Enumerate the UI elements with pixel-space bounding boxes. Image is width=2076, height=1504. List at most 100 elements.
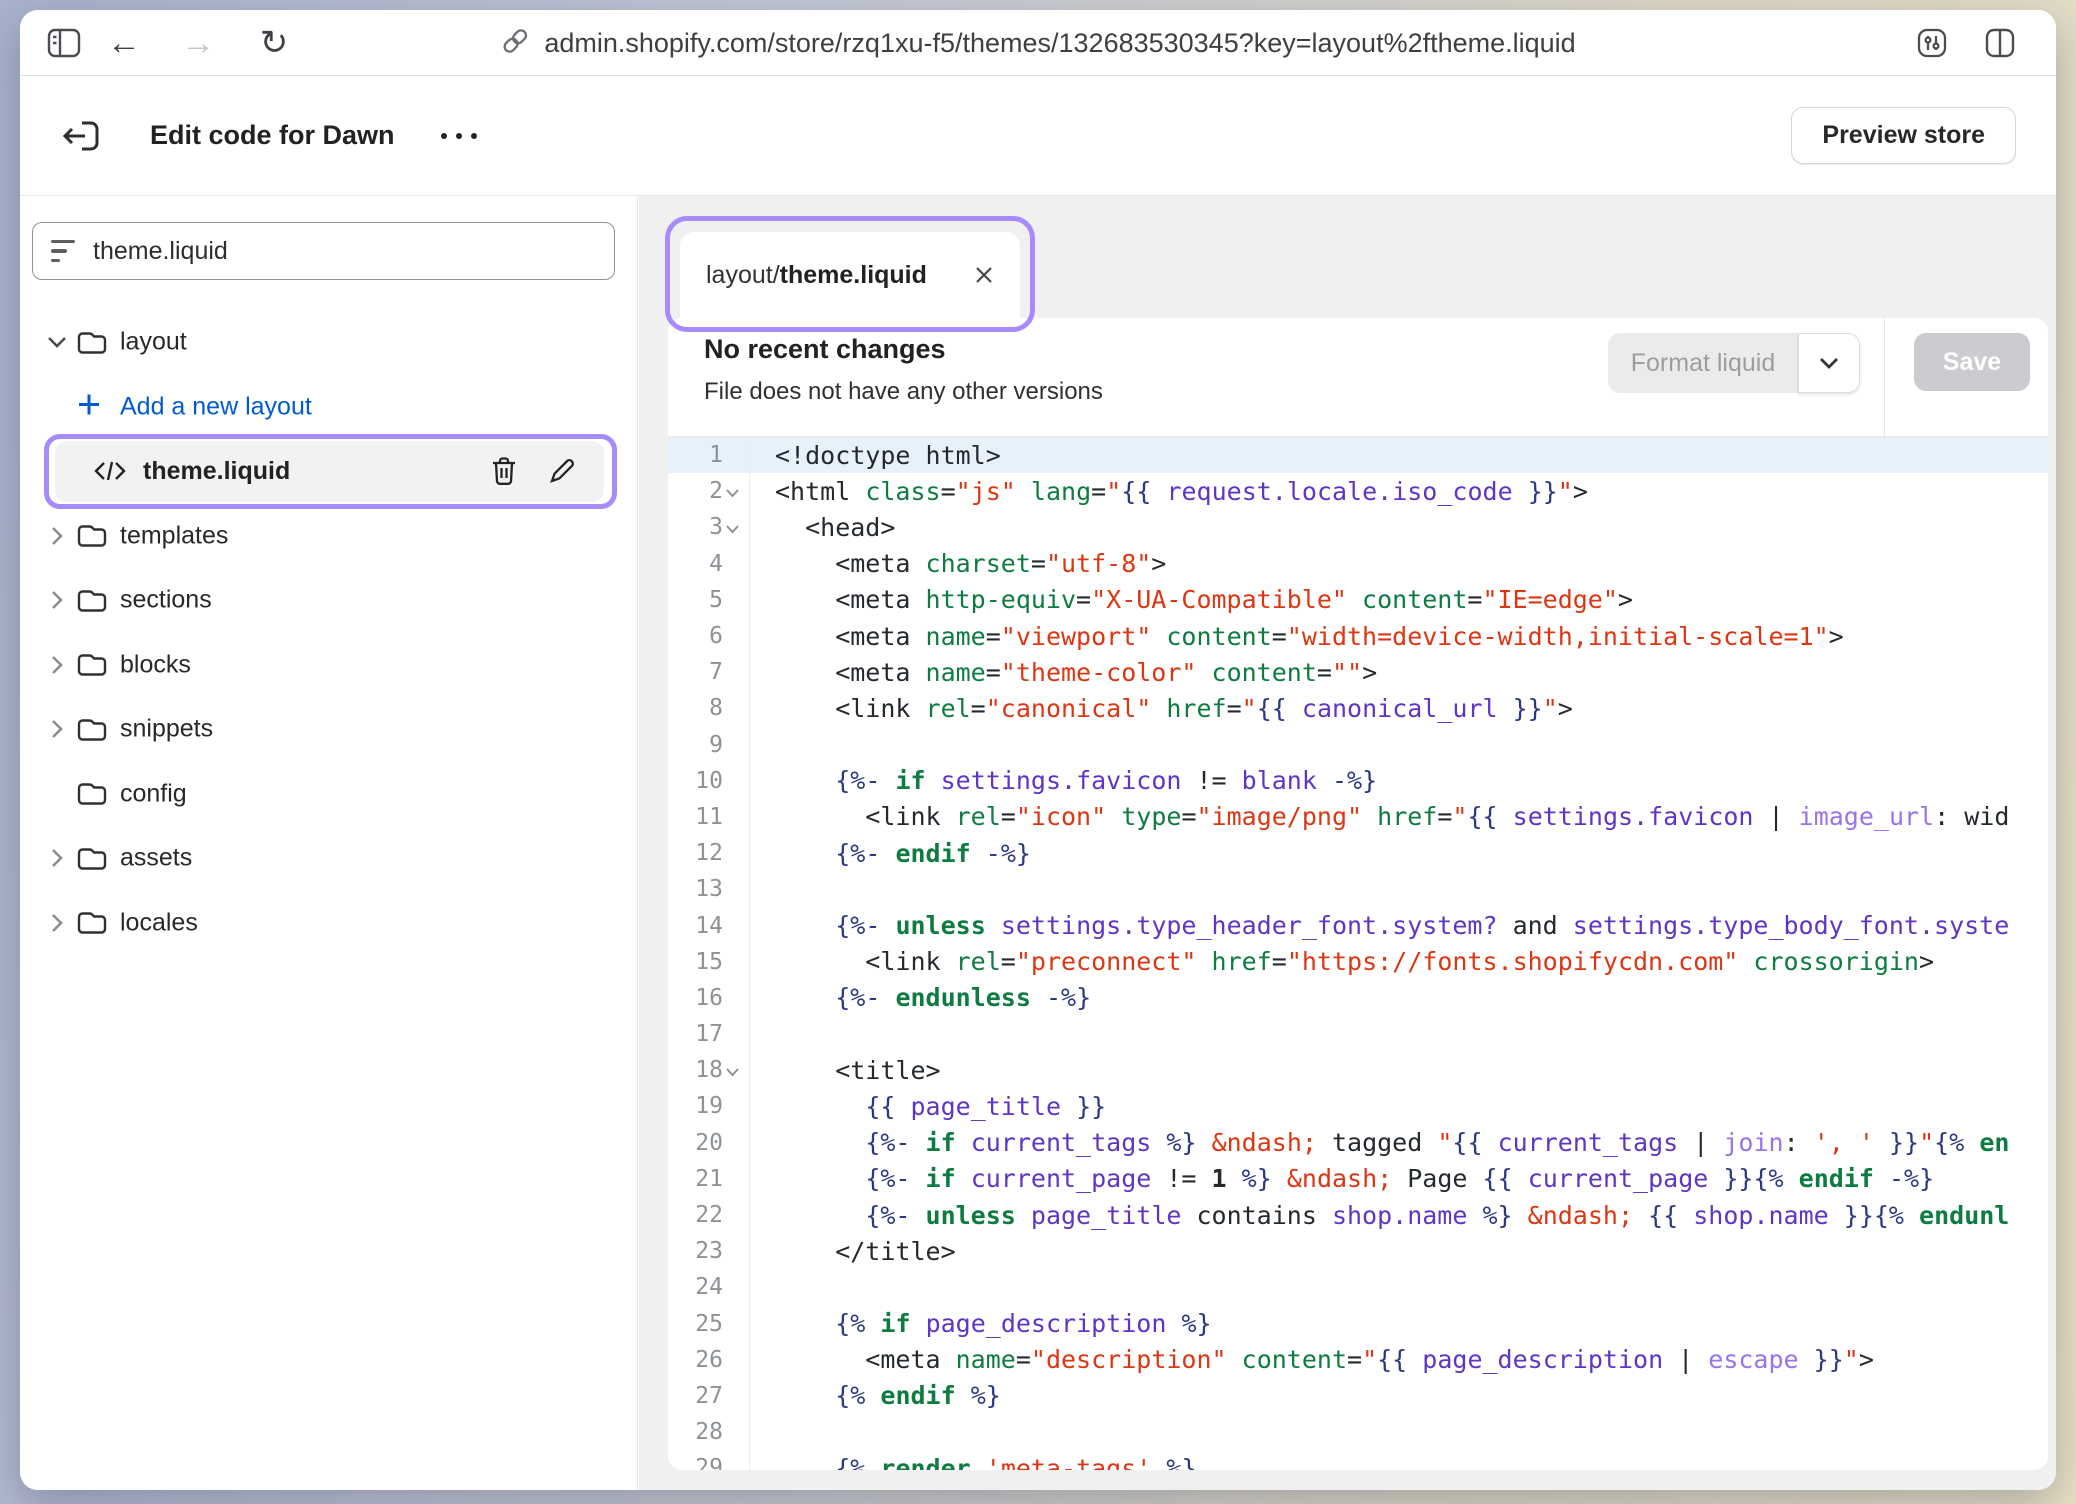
file-tree: layout Add a new layout theme.liquid templa… (20, 310, 637, 955)
save-button[interactable]: Save (1914, 333, 2030, 391)
code-line[interactable]: 10 {%- if settings.favicon != blank -%} (668, 763, 2048, 799)
code-line[interactable]: 13 (668, 871, 2048, 907)
code-text: <head> (749, 513, 895, 542)
code-line[interactable]: 9 (668, 727, 2048, 763)
chevron-right-icon[interactable] (44, 652, 70, 678)
add-layout-link[interactable]: Add a new layout (120, 392, 312, 421)
sidebar-toggle-icon[interactable] (42, 21, 86, 65)
code-line[interactable]: 14 {%- unless settings.type_header_font.… (668, 907, 2048, 943)
open-file-tab[interactable]: layout/theme.liquid (680, 232, 1020, 318)
delete-file-icon[interactable] (490, 456, 518, 486)
code-line[interactable]: 4 <meta charset="utf-8"> (668, 546, 2048, 582)
code-text: {% endif %} (749, 1381, 1001, 1410)
line-number: 19 (668, 1093, 749, 1119)
code-text: {%- unless settings.type_header_font.sys… (749, 911, 2009, 940)
app-header: Edit code for Dawn Preview store (20, 76, 2056, 196)
tree-item-templates[interactable]: templates (20, 504, 637, 569)
chevron-right-icon[interactable] (44, 716, 70, 742)
tree-item-label: blocks (120, 650, 191, 679)
code-line[interactable]: 25 {% if page_description %} (668, 1306, 2048, 1342)
split-view-icon[interactable] (1978, 21, 2022, 65)
code-line[interactable]: 17 (668, 1016, 2048, 1052)
fold-toggle-icon[interactable] (725, 1067, 740, 1077)
code-line[interactable]: 15 <link rel="preconnect" href="https://… (668, 944, 2048, 980)
reload-icon[interactable]: ↻ (252, 21, 296, 65)
tree-item-blocks[interactable]: blocks (20, 633, 637, 698)
file-search-input[interactable] (91, 236, 541, 267)
code-line[interactable]: 23 </title> (668, 1233, 2048, 1269)
more-menu-icon[interactable] (441, 133, 477, 139)
page-settings-icon[interactable] (1910, 21, 1954, 65)
folder-icon (76, 586, 108, 614)
code-line[interactable]: 3 <head> (668, 509, 2048, 545)
line-number: 7 (668, 659, 749, 685)
back-button-icon[interactable]: ← (102, 21, 146, 65)
chevron-down-icon[interactable] (44, 329, 70, 355)
code-editor[interactable]: 1<!doctype html>2<html class="js" lang="… (668, 437, 2048, 1470)
toolbar-divider (1884, 318, 1885, 437)
fold-toggle-icon[interactable] (725, 488, 740, 498)
code-line[interactable]: 20 {%- if current_tags %} &ndash; tagged… (668, 1125, 2048, 1161)
format-liquid-split-button: Format liquid (1608, 333, 1860, 393)
chevron-right-icon[interactable] (44, 845, 70, 871)
code-text: {%- if settings.favicon != blank -%} (749, 766, 1377, 795)
code-line[interactable]: 26 <meta name="description" content="{{ … (668, 1342, 2048, 1378)
folder-icon (76, 780, 108, 808)
line-number: 1 (668, 442, 749, 468)
forward-button-icon[interactable]: → (176, 21, 220, 65)
code-line[interactable]: 8 <link rel="canonical" href="{{ canonic… (668, 690, 2048, 726)
filter-icon (51, 240, 75, 263)
chevron-right-icon[interactable] (44, 587, 70, 613)
code-text: <meta name="theme-color" content=""> (749, 658, 1377, 687)
folder-icon (76, 651, 108, 679)
code-line[interactable]: 21 {%- if current_page != 1 %} &ndash; P… (668, 1161, 2048, 1197)
fold-toggle-icon[interactable] (725, 524, 740, 534)
file-sidebar: layout Add a new layout theme.liquid templa… (20, 196, 638, 1490)
code-panel: No recent changes File does not have any… (668, 318, 2048, 1470)
tree-item-assets[interactable]: assets (20, 826, 637, 891)
code-line[interactable]: 1<!doctype html> (668, 437, 2048, 473)
line-number: 22 (668, 1202, 749, 1228)
selected-file-row[interactable]: theme.liquid (55, 441, 604, 502)
browser-toolbar: ← → ↻ admin.shopify.com/store/rzq1xu-f5/… (20, 10, 2056, 76)
tree-item-sections[interactable]: sections (20, 568, 637, 633)
code-line[interactable]: 12 {%- endif -%} (668, 835, 2048, 871)
code-line[interactable]: 18 <title> (668, 1052, 2048, 1088)
file-search-box[interactable] (32, 222, 615, 280)
rename-file-icon[interactable] (548, 457, 576, 485)
tree-item-theme.liquid[interactable]: theme.liquid (20, 439, 637, 504)
tree-item-config[interactable]: config (20, 762, 637, 827)
exit-editor-icon[interactable] (56, 112, 104, 160)
code-text: <meta name="viewport" content="width=dev… (749, 622, 1844, 651)
preview-store-button[interactable]: Preview store (1791, 107, 2016, 164)
code-line[interactable]: 19 {{ page_title }} (668, 1088, 2048, 1124)
tree-item-locales[interactable]: locales (20, 891, 637, 956)
code-line[interactable]: 2<html class="js" lang="{{ request.local… (668, 473, 2048, 509)
version-bar: No recent changes File does not have any… (668, 318, 2048, 437)
code-line[interactable]: 11 <link rel="icon" type="image/png" hre… (668, 799, 2048, 835)
code-line[interactable]: 7 <meta name="theme-color" content=""> (668, 654, 2048, 690)
tree-item-layout[interactable]: layout (20, 310, 637, 375)
code-line[interactable]: 22 {%- unless page_title contains shop.n… (668, 1197, 2048, 1233)
format-liquid-dropdown[interactable] (1798, 333, 1860, 393)
code-line[interactable]: 28 (668, 1414, 2048, 1450)
code-line[interactable]: 27 {% endif %} (668, 1378, 2048, 1414)
line-number: 13 (668, 876, 749, 902)
chevron-right-icon[interactable] (44, 910, 70, 936)
code-line[interactable]: 5 <meta http-equiv="X-UA-Compatible" con… (668, 582, 2048, 618)
tree-item-snippets[interactable]: snippets (20, 697, 637, 762)
close-tab-icon[interactable] (974, 265, 994, 285)
code-line[interactable]: 29 {% render 'meta-tags' %} (668, 1450, 2048, 1470)
chevron-right-icon[interactable] (44, 523, 70, 549)
tree-item-label: templates (120, 521, 228, 550)
code-line[interactable]: 16 {%- endunless -%} (668, 980, 2048, 1016)
format-liquid-button[interactable]: Format liquid (1608, 333, 1798, 393)
code-line[interactable]: 24 (668, 1269, 2048, 1305)
code-line[interactable]: 6 <meta name="viewport" content="width=d… (668, 618, 2048, 654)
line-number: 21 (668, 1166, 749, 1192)
tree-item-add-a-new-layout[interactable]: Add a new layout (20, 375, 637, 440)
address-bar[interactable]: admin.shopify.com/store/rzq1xu-f5/themes… (500, 10, 1575, 76)
code-text: <link rel="preconnect" href="https://fon… (749, 947, 1934, 976)
line-number: 29 (668, 1455, 749, 1470)
line-number: 25 (668, 1311, 749, 1337)
